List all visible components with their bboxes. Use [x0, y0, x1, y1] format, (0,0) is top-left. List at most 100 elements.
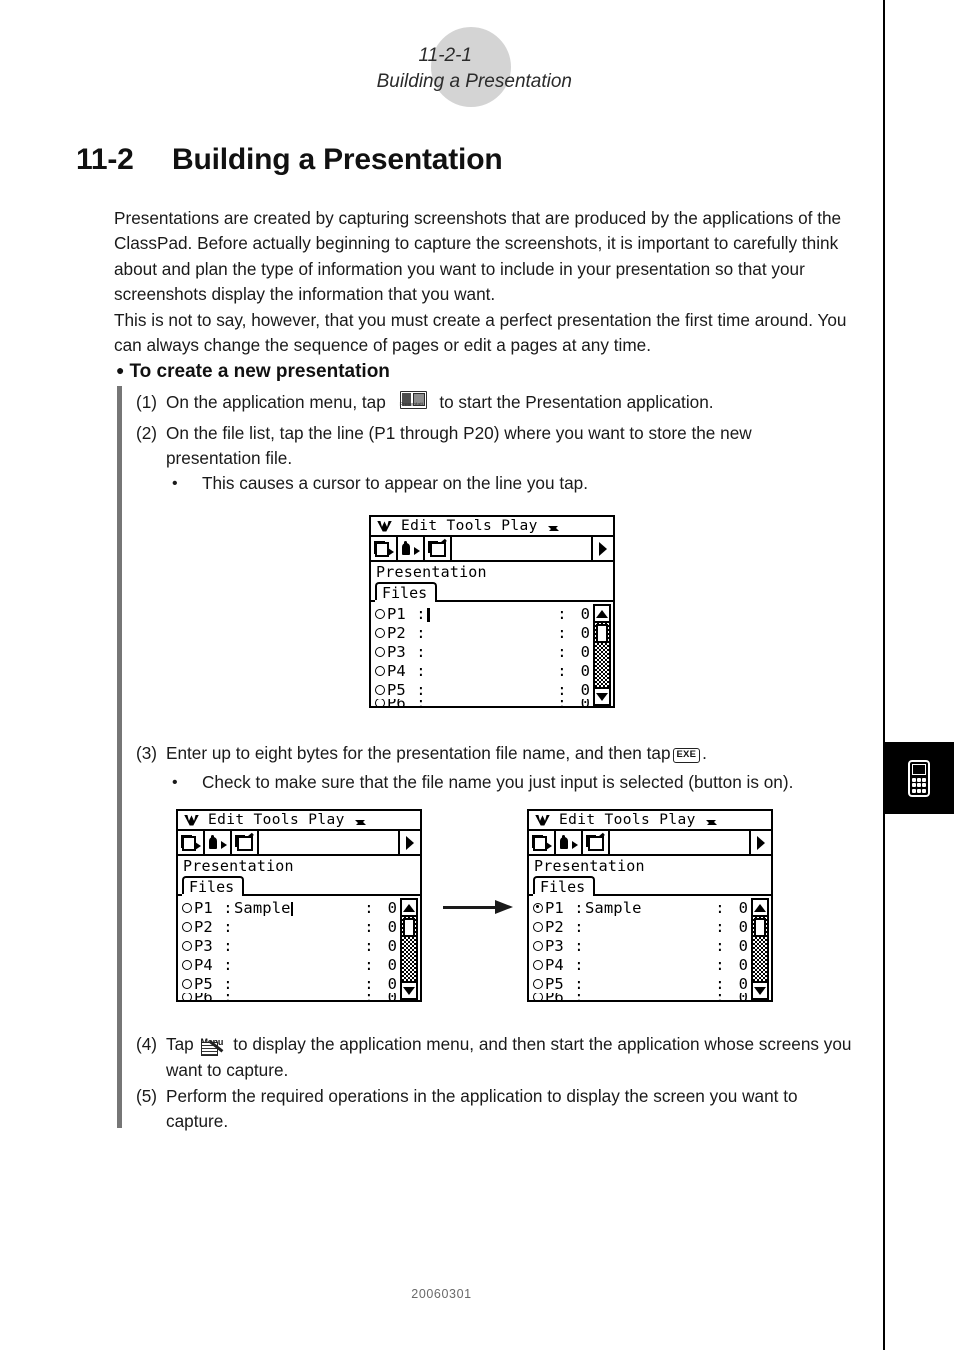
radio-button-icon[interactable]	[375, 627, 385, 638]
radio-button-icon[interactable]	[182, 993, 192, 1000]
file-list-row[interactable]: P2 : : 0	[533, 917, 751, 936]
scrollbar-thumb[interactable]	[403, 918, 415, 938]
triangle-up-icon	[596, 609, 608, 618]
diamond-icon[interactable]	[706, 815, 717, 825]
classpad-logo-icon[interactable]	[535, 815, 550, 826]
radio-button-icon[interactable]	[375, 665, 385, 676]
scrollbar-thumb[interactable]	[754, 918, 766, 938]
scroll-down-button[interactable]	[595, 689, 609, 704]
radio-button-icon[interactable]	[533, 993, 543, 1000]
radio-button-icon[interactable]	[182, 978, 192, 989]
page-count-value: 0	[738, 917, 748, 936]
file-list-row[interactable]: P2 : : 0	[182, 917, 400, 936]
radio-button-icon[interactable]	[375, 608, 385, 619]
file-list-row[interactable]: P3 : : 0	[182, 936, 400, 955]
file-list-row[interactable]: P4 : : 0	[533, 955, 751, 974]
classpad-toolbar	[527, 831, 773, 856]
scroll-down-button[interactable]	[753, 983, 767, 998]
toolbar-expand-button[interactable]	[400, 831, 420, 854]
radio-button-icon[interactable]	[533, 940, 543, 951]
menu-item-tools[interactable]: Tools	[254, 812, 300, 828]
toolbar-expand-button[interactable]	[593, 537, 613, 560]
file-list-row[interactable]: P3 : : 0	[533, 936, 751, 955]
toolbar-edit-button[interactable]	[232, 831, 259, 854]
file-list-row[interactable]: P1 : Sample : 0	[182, 898, 400, 917]
chevron-right-icon	[757, 835, 765, 850]
radio-button-icon[interactable]	[375, 646, 385, 657]
file-list-rows: P1 : : 0 P2 : : 0 P3 : : 0 P4:: 0 P5:…	[371, 602, 593, 706]
window-title: Presentation	[534, 857, 645, 875]
toolbar-copy-button[interactable]	[178, 831, 205, 854]
menu-item-play[interactable]: Play	[501, 518, 538, 534]
file-list-row[interactable]: P1 : : 0	[375, 604, 593, 623]
radio-button-icon[interactable]	[182, 921, 192, 932]
file-list-row[interactable]: P5 : : 0	[375, 680, 593, 699]
step-3-text: Enter up to eight bytes for the presenta…	[136, 741, 836, 766]
scrollbar-thumb[interactable]	[596, 624, 608, 644]
vertical-scrollbar[interactable]	[593, 604, 611, 706]
radio-button-icon[interactable]	[182, 940, 192, 951]
row-colon: :	[416, 604, 426, 623]
presentation-app-icon-label: Presentati..	[399, 402, 426, 408]
radio-button-icon[interactable]	[182, 959, 192, 970]
classpad-logo-icon[interactable]	[184, 815, 199, 826]
file-list-row[interactable]: P2 : : 0	[375, 623, 593, 642]
menu-item-tools[interactable]: Tools	[605, 812, 651, 828]
vertical-scrollbar[interactable]	[751, 898, 769, 1000]
tab-files[interactable]: Files	[375, 582, 438, 602]
step-3-text-before: Enter up to eight bytes for the presenta…	[166, 743, 671, 763]
calculator-icon	[908, 759, 930, 797]
toolbar-expand-button[interactable]	[751, 831, 771, 854]
radio-button-icon[interactable]	[533, 959, 543, 970]
file-list-row[interactable]: P6 : : 0	[533, 993, 751, 1000]
file-list-row[interactable]: P5 : : 0	[533, 974, 751, 993]
calculator-screenshot-2: Edit Tools Play Presentation Files P1 : Sa…	[176, 809, 422, 1002]
radio-button-icon[interactable]	[375, 699, 385, 706]
scroll-up-button[interactable]	[402, 900, 416, 915]
menu-item-tools[interactable]: Tools	[447, 518, 493, 534]
diamond-icon[interactable]	[548, 521, 559, 531]
radio-button-icon[interactable]	[533, 902, 543, 913]
radio-button-icon[interactable]	[182, 902, 192, 913]
row-colon-2: :	[715, 974, 725, 993]
scroll-up-button[interactable]	[595, 606, 609, 621]
row-colon: :	[574, 936, 584, 955]
file-list-row[interactable]: P4 : : 0	[375, 661, 593, 680]
toolbar-edit-button[interactable]	[425, 537, 452, 560]
file-list-row[interactable]: P5 : : 0	[182, 974, 400, 993]
step-4: (4) Tap Menu to display the application …	[136, 1032, 856, 1083]
scrollbar-track[interactable]	[595, 621, 609, 689]
vertical-scrollbar[interactable]	[400, 898, 418, 1000]
menu-item-edit[interactable]: Edit	[208, 812, 245, 828]
radio-button-icon[interactable]	[533, 978, 543, 989]
tab-files[interactable]: Files	[533, 876, 596, 896]
scroll-up-button[interactable]	[753, 900, 767, 915]
file-list-row[interactable]: P1 : Sample : 0	[533, 898, 751, 917]
toolbar-edit-button[interactable]	[583, 831, 610, 854]
file-list-row[interactable]: P6 : : 0	[182, 993, 400, 1000]
toolbar-play-button[interactable]	[556, 831, 583, 854]
row-colon-2: :	[715, 955, 725, 974]
file-list-row[interactable]: P3 : : 0	[375, 642, 593, 661]
file-list-row[interactable]: P6 : : 0	[375, 699, 593, 706]
toolbar-copy-button[interactable]	[529, 831, 556, 854]
menu-item-edit[interactable]: Edit	[401, 518, 438, 534]
file-list-rows: P1 : Sample : 0 P2 : : 0 P3 : : 0 P4::…	[529, 896, 751, 1000]
toolbar-play-button[interactable]	[205, 831, 232, 854]
toolbar-copy-button[interactable]	[371, 537, 398, 560]
toolbar-play-button[interactable]	[398, 537, 425, 560]
file-list-row[interactable]: P4 : : 0	[182, 955, 400, 974]
radio-button-icon[interactable]	[533, 921, 543, 932]
diamond-icon[interactable]	[355, 815, 366, 825]
menu-item-play[interactable]: Play	[659, 812, 696, 828]
scroll-down-button[interactable]	[402, 983, 416, 998]
step-4-lead: (4)	[136, 1034, 158, 1054]
copy-pages-icon	[181, 834, 201, 851]
menu-item-edit[interactable]: Edit	[559, 812, 596, 828]
radio-button-icon[interactable]	[375, 684, 385, 695]
classpad-logo-icon[interactable]	[377, 521, 392, 532]
scrollbar-track[interactable]	[402, 915, 416, 983]
tab-files[interactable]: Files	[182, 876, 245, 896]
menu-item-play[interactable]: Play	[308, 812, 345, 828]
scrollbar-track[interactable]	[753, 915, 767, 983]
